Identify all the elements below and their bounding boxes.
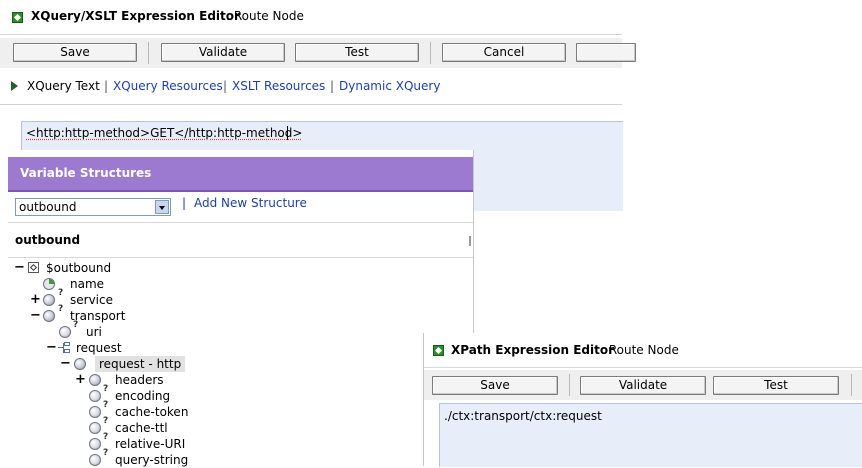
optional-marker: ? <box>103 416 109 426</box>
optional-marker: ? <box>103 448 109 458</box>
tree-item-encoding[interactable]: encoding <box>115 388 170 404</box>
tree-item-relative-uri[interactable]: relative-URI <box>115 436 185 452</box>
collapse-toggle[interactable]: − <box>30 309 41 322</box>
add-new-structure-link[interactable]: Add New Structure <box>194 196 307 210</box>
structure-separator: | <box>182 196 187 210</box>
element-icon <box>89 422 101 434</box>
toolbar-separator <box>851 374 852 396</box>
collapse-toggle[interactable]: − <box>46 341 57 354</box>
expand-toggle[interactable]: + <box>75 373 86 386</box>
xpath-editor-icon <box>433 345 444 356</box>
tree-title: outbound <box>15 233 81 247</box>
structure-select-value: outbound <box>19 200 77 214</box>
tabs-divider <box>0 104 622 105</box>
xquery-toolbar: Save Validate Test Cancel <box>0 38 636 68</box>
attribute-icon <box>43 278 55 290</box>
tree-item-service[interactable]: service <box>70 292 113 308</box>
tree-item-root[interactable]: $outbound <box>46 260 111 276</box>
chevron-down-icon[interactable] <box>155 200 169 214</box>
xpath-toolbar: Save Validate Test <box>424 370 862 400</box>
tab-separator: | <box>104 79 109 93</box>
tree-item-transport[interactable]: transport <box>70 308 125 324</box>
xpath-title-bar: XPath Expression Editor : Route Node <box>424 333 862 368</box>
tree-item-headers[interactable]: headers <box>115 372 164 388</box>
test-button[interactable]: Test <box>295 43 419 62</box>
tab-xquery-text[interactable]: XQuery Text <box>27 79 100 93</box>
save-button[interactable]: Save <box>13 43 137 62</box>
collapse-toggle[interactable]: − <box>60 357 71 370</box>
tree-item-cache-token[interactable]: cache-token <box>115 404 188 420</box>
optional-marker: ? <box>73 320 79 330</box>
tree-item-name[interactable]: name <box>70 276 104 292</box>
text-cursor <box>287 126 288 140</box>
element-icon <box>43 294 55 306</box>
variable-structures-title: Variable Structures <box>20 166 152 180</box>
validate-button[interactable]: Validate <box>161 43 285 62</box>
element-icon <box>89 406 101 418</box>
element-icon <box>74 358 86 370</box>
collapse-toggle[interactable]: − <box>14 261 25 274</box>
cancel-button[interactable]: Cancel <box>442 43 566 62</box>
structure-divider <box>8 222 473 223</box>
variable-structures-header: Variable Structures <box>8 157 473 192</box>
tree-item-cache-ttl[interactable]: cache-ttl <box>115 420 168 436</box>
xquery-subtitle: : Route Node <box>226 9 304 23</box>
validate-button[interactable]: Validate <box>580 376 706 395</box>
toolbar-separator <box>569 374 570 396</box>
variable-tree: − $outbound name + ? service − ? transpo… <box>0 260 473 467</box>
xpath-expression-text: ./ctx:transport/ctx:request <box>444 409 602 423</box>
optional-marker: ? <box>103 432 109 442</box>
tree-title-marker <box>469 236 471 246</box>
expand-triangle-icon[interactable] <box>11 81 18 91</box>
test-button[interactable]: Test <box>713 376 839 395</box>
toolbar-separator <box>430 42 431 64</box>
optional-marker: ? <box>103 400 109 410</box>
element-icon <box>89 454 101 466</box>
tab-separator: | <box>223 79 228 93</box>
xpath-expression-area[interactable]: ./ctx:transport/ctx:request <box>439 403 862 467</box>
tab-xquery-resources[interactable]: XQuery Resources <box>113 79 223 93</box>
tree-item-request-http[interactable]: request - http <box>95 356 186 372</box>
expression-editor-icon <box>12 12 23 23</box>
tab-xslt-resources[interactable]: XSLT Resources <box>232 79 325 93</box>
optional-marker: ? <box>58 288 64 298</box>
xpath-editor-window: XPath Expression Editor : Route Node Sav… <box>423 333 862 467</box>
expand-toggle[interactable]: + <box>30 293 41 306</box>
optional-marker: ? <box>103 384 109 394</box>
save-button[interactable]: Save <box>432 376 558 395</box>
tree-divider <box>8 257 473 258</box>
choice-icon <box>58 342 71 354</box>
truncated-button[interactable] <box>576 43 636 62</box>
toolbar-separator <box>148 42 149 64</box>
xquery-tabs: XQuery Text | XQuery Resources | XSLT Re… <box>0 74 622 100</box>
xpath-title: XPath Expression Editor <box>451 343 615 357</box>
xpath-subtitle: : Route Node <box>601 343 679 357</box>
root-variable-icon <box>28 262 39 273</box>
xquery-expression-text: <http:http-method>GET</http:http-method> <box>26 126 303 140</box>
variable-structures-panel: Variable Structures outbound | Add New S… <box>0 150 474 467</box>
tree-item-uri[interactable]: uri <box>86 324 102 340</box>
tree-item-request[interactable]: request <box>76 340 122 356</box>
xquery-title: XQuery/XSLT Expression Editor <box>31 9 240 23</box>
xquery-title-bar: XQuery/XSLT Expression Editor : Route No… <box>0 0 622 35</box>
element-icon <box>89 438 101 450</box>
tab-dynamic-xquery[interactable]: Dynamic XQuery <box>339 79 440 93</box>
tab-separator: | <box>330 79 335 93</box>
element-icon <box>59 326 71 338</box>
element-icon <box>89 390 101 402</box>
structure-select[interactable]: outbound <box>15 198 171 216</box>
optional-marker: ? <box>58 304 64 314</box>
element-icon <box>89 374 101 386</box>
element-icon <box>43 310 55 322</box>
